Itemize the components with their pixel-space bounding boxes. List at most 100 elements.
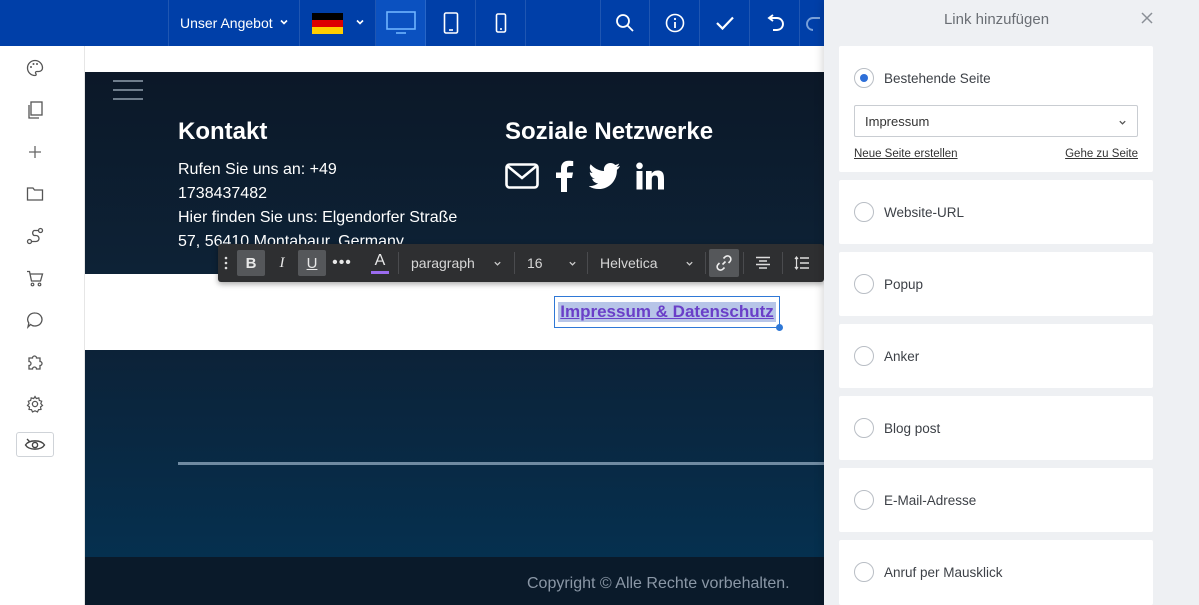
page-select-value: Unser Angebot [180, 15, 273, 31]
german-flag-icon [312, 12, 343, 34]
align-center-button[interactable] [748, 244, 778, 282]
hamburger-menu-icon[interactable] [113, 80, 143, 100]
option-anchor[interactable]: Anker [854, 346, 919, 366]
target-page-select[interactable]: Impressum [854, 105, 1138, 137]
align-center-icon [756, 256, 770, 269]
font-family-select[interactable]: Helvetica [592, 244, 702, 282]
text-color-letter: A [374, 251, 386, 269]
radio-button[interactable] [854, 68, 874, 88]
radio-button[interactable] [854, 490, 874, 510]
left-sidebar [0, 46, 85, 605]
drag-grip-icon[interactable] [218, 244, 234, 282]
divider-line[interactable] [178, 462, 838, 465]
linkedin-icon[interactable] [636, 162, 664, 190]
undo-icon [766, 14, 784, 31]
chevron-down-icon [686, 261, 693, 266]
desktop-view-button[interactable] [376, 0, 426, 46]
routes-button[interactable] [24, 225, 46, 247]
preview-toggle-button[interactable] [16, 432, 54, 457]
option-popup[interactable]: Popup [854, 274, 923, 294]
twitter-icon[interactable] [589, 163, 621, 189]
shop-button[interactable] [24, 267, 46, 289]
option-existing-page[interactable]: Bestehende Seite [854, 68, 991, 88]
selected-link-box[interactable]: Impressum & Datenschutz [554, 296, 783, 331]
radio-button[interactable] [854, 418, 874, 438]
add-element-button[interactable] [24, 141, 46, 163]
option-label: E-Mail-Adresse [884, 492, 977, 508]
option-label: Bestehende Seite [884, 70, 991, 86]
contact-heading[interactable]: Kontakt [178, 118, 267, 146]
radio-button[interactable] [854, 202, 874, 222]
link-button[interactable] [709, 249, 739, 277]
design-button[interactable] [24, 57, 46, 79]
option-label: Anker [884, 348, 920, 364]
mail-icon[interactable] [505, 163, 539, 189]
option-label: Website-URL [884, 204, 965, 220]
language-select-dropdown[interactable] [300, 0, 376, 46]
tablet-view-button[interactable] [426, 0, 476, 46]
comments-button[interactable] [24, 309, 46, 331]
mobile-view-button[interactable] [476, 0, 526, 46]
desktop-icon [385, 11, 416, 34]
bold-button[interactable]: B [237, 250, 265, 276]
apps-button[interactable] [24, 351, 46, 373]
link-panel: Link hinzufügen Bestehende Seite Impress… [824, 0, 1199, 605]
info-icon [665, 13, 684, 33]
search-button[interactable] [600, 0, 650, 46]
copyright-text[interactable]: Copyright © Alle Rechte vorbehalten. [527, 575, 790, 593]
radio-button[interactable] [854, 274, 874, 294]
option-click-to-call[interactable]: Anruf per Mausklick [854, 562, 1003, 582]
more-options-button[interactable]: ••• [328, 244, 356, 282]
radio-button[interactable] [854, 562, 874, 582]
italic-button[interactable]: I [268, 244, 296, 282]
format-value: paragraph [411, 255, 475, 271]
resize-handle[interactable] [776, 324, 783, 331]
option-label: Popup [884, 276, 924, 292]
line-height-button[interactable] [787, 244, 817, 282]
option-card-popup: Popup [839, 252, 1153, 316]
option-blog-post[interactable]: Blog post [854, 418, 940, 438]
social-heading[interactable]: Soziale Netzwerke [505, 118, 713, 146]
close-icon[interactable] [1139, 10, 1155, 26]
color-swatch [371, 270, 389, 274]
route-icon [26, 227, 44, 245]
chevron-down-icon [494, 261, 501, 266]
info-button[interactable] [650, 0, 700, 46]
option-label: Blog post [884, 420, 941, 436]
text-color-button[interactable]: A [366, 244, 394, 282]
toolbar-separator [514, 252, 515, 274]
contact-text[interactable]: Rufen Sie uns an: +49 1738437482 Hier fi… [178, 158, 478, 254]
settings-button[interactable] [24, 393, 46, 415]
palette-icon [26, 59, 44, 77]
chat-icon [26, 312, 43, 329]
option-label: Anruf per Mausklick [884, 564, 1003, 580]
paragraph-format-select[interactable]: paragraph [403, 244, 510, 282]
check-icon [715, 16, 734, 31]
social-icons [505, 160, 664, 192]
pages-button[interactable] [24, 99, 46, 121]
go-to-page-link[interactable]: Gehe zu Seite [1065, 148, 1138, 160]
radio-button[interactable] [854, 346, 874, 366]
size-value: 16 [527, 255, 543, 271]
toolbar-separator [398, 252, 399, 274]
option-email[interactable]: E-Mail-Adresse [854, 490, 976, 510]
chevron-down-icon [569, 261, 576, 266]
page-select-dropdown[interactable]: Unser Angebot [168, 0, 300, 46]
undo-button[interactable] [750, 0, 800, 46]
option-card-anchor: Anker [839, 324, 1153, 388]
underline-button[interactable]: U [298, 250, 326, 276]
search-icon [616, 14, 634, 32]
font-size-select[interactable]: 16 [519, 244, 585, 282]
gear-icon [26, 395, 44, 413]
line-height-icon [794, 256, 809, 270]
files-button[interactable] [24, 183, 46, 205]
cart-icon [27, 270, 44, 286]
preview-eye-icon [24, 438, 46, 450]
create-new-page-link[interactable]: Neue Seite erstellen [854, 148, 958, 160]
facebook-icon[interactable] [554, 160, 574, 192]
impressum-link[interactable]: Impressum & Datenschutz [558, 302, 776, 322]
publish-check-button[interactable] [700, 0, 750, 46]
option-card-website-url: Website-URL [839, 180, 1153, 244]
option-website-url[interactable]: Website-URL [854, 202, 964, 222]
mobile-icon [495, 13, 506, 33]
